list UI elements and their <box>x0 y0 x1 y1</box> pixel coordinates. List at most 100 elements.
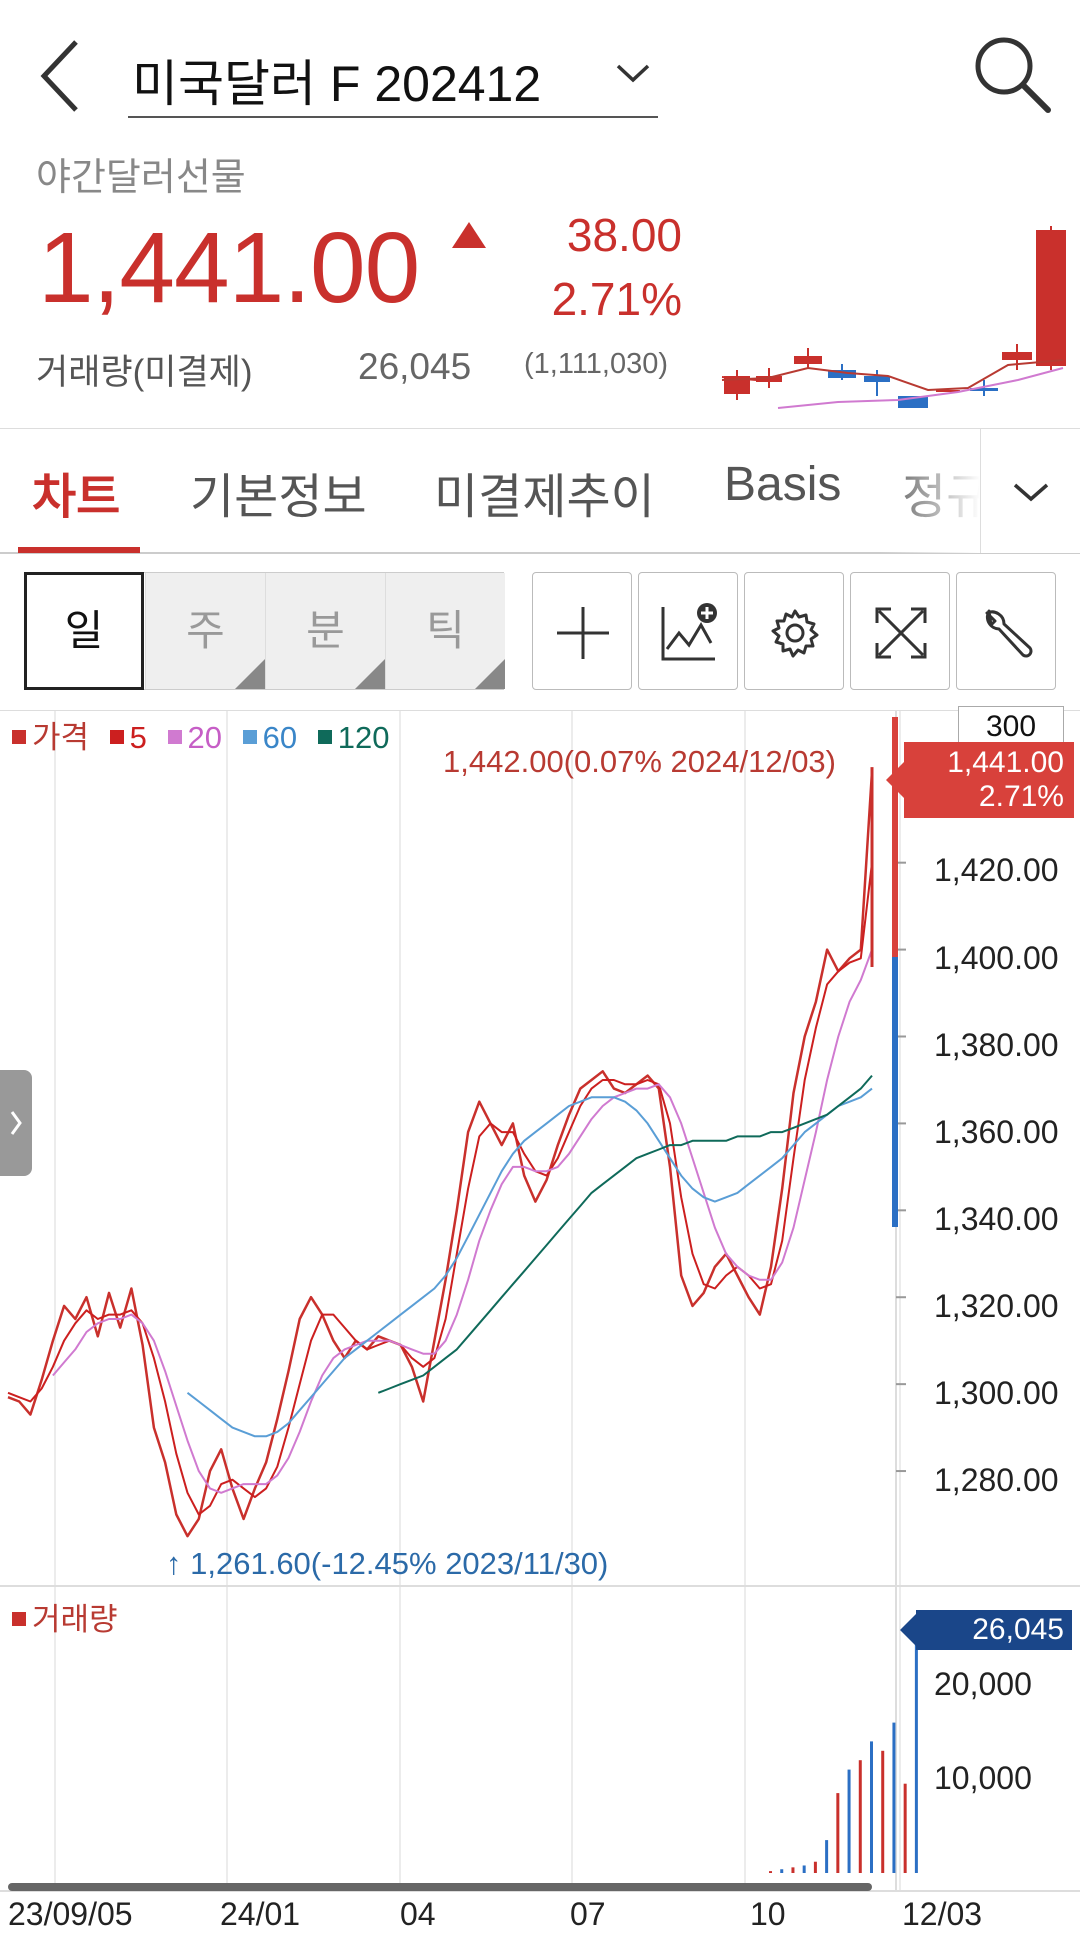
top-header: 미국달러 F 202412 <box>0 0 1080 150</box>
tools-button[interactable] <box>956 572 1056 690</box>
instrument-title: 미국달러 F 202412 <box>132 56 542 112</box>
y-tick-label: 1,320.00 <box>934 1288 1059 1324</box>
volume-bar <box>881 1750 885 1873</box>
range-bar-up <box>892 717 898 957</box>
submenu-corner-icon <box>355 659 385 689</box>
tab-chart[interactable]: 차트 <box>32 457 120 527</box>
legend-price: 가격 <box>12 720 95 755</box>
up-triangle-icon <box>452 222 486 248</box>
legend-ma20: 20 <box>167 720 228 755</box>
period-tick-button[interactable]: 틱 <box>385 573 505 689</box>
tab-open-interest-trend[interactable]: 미결제추이 <box>434 457 655 527</box>
search-button[interactable] <box>970 32 1056 118</box>
x-tick-label: 07 <box>570 1896 606 1932</box>
price-tag-value: 1,441.00 <box>947 746 1064 779</box>
back-button[interactable] <box>34 36 94 116</box>
x-tick-label: 23/09/05 <box>8 1896 133 1932</box>
volume-bar <box>802 1865 806 1873</box>
expand-icon <box>875 607 927 659</box>
open-interest-value: (1,111,030) <box>524 348 669 380</box>
volume-bar <box>825 1840 829 1873</box>
price-tag-percent: 2.71% <box>978 780 1064 813</box>
back-arrow-icon <box>40 40 78 112</box>
side-panel-handle[interactable] <box>0 1070 32 1176</box>
tab-more-button[interactable] <box>980 429 1080 553</box>
tab-fade <box>880 429 980 553</box>
active-tab-indicator <box>18 547 140 553</box>
submenu-corner-icon <box>475 659 505 689</box>
x-tick-label: 24/01 <box>220 1896 301 1932</box>
y-tick-label: 1,420.00 <box>934 852 1059 888</box>
volume-bar <box>836 1793 840 1873</box>
wrench-icon <box>985 609 1033 658</box>
x-tick-label: 12/03 <box>902 1896 983 1932</box>
price-chart-canvas[interactable] <box>0 711 1080 1941</box>
low-price-label: ↑ 1,261.60(-12.45% 2023/11/30) <box>166 1546 609 1581</box>
legend-ma5: 5 <box>109 720 153 755</box>
period-day-button[interactable]: 일 <box>24 572 144 690</box>
volume-bar <box>914 1628 918 1873</box>
chart-legend: 가격 5 20 60 120 <box>12 712 402 757</box>
crosshair-button[interactable] <box>532 572 632 690</box>
period-minute-label: 분 <box>306 607 345 654</box>
volume-legend: 거래량 <box>12 1594 118 1639</box>
mini-candle-chart[interactable] <box>718 220 1068 420</box>
volume-label: 거래량(미결제) <box>36 353 253 392</box>
chart-area[interactable] <box>0 710 1080 1940</box>
high-price-label: 1,442.00(0.07% 2024/12/03) <box>443 744 836 779</box>
add-indicator-icon <box>661 603 717 661</box>
volume-tick-label: 20,000 <box>934 1666 1032 1702</box>
y-tick-label: 1,380.00 <box>934 1027 1059 1063</box>
tab-bar: 차트 기본정보 미결제추이 Basis 정규 <box>0 428 1080 554</box>
range-bar-down <box>892 957 898 1227</box>
tab-basis[interactable]: Basis <box>724 457 841 512</box>
volume-bar <box>858 1760 862 1873</box>
volume-bar <box>791 1867 795 1873</box>
crosshair-icon <box>557 607 609 659</box>
y-tick-label: 1,360.00 <box>934 1114 1059 1150</box>
volume-bar <box>813 1861 817 1873</box>
low-price-text: 1,261.60(-12.45% 2023/11/30) <box>190 1546 609 1581</box>
search-icon <box>975 37 1051 113</box>
chevron-down-icon <box>1013 483 1049 502</box>
chevron-right-icon <box>10 1111 22 1135</box>
period-selector: 일 주 분 틱 <box>24 572 505 690</box>
series-line-가격 <box>7 771 874 1538</box>
y-tick-label: 1,400.00 <box>934 940 1059 976</box>
volume-tag: 26,045 <box>900 1610 1072 1650</box>
x-tick-label: 04 <box>400 1896 436 1932</box>
period-week-button[interactable]: 주 <box>145 573 265 689</box>
volume-bar <box>870 1741 873 1873</box>
current-price-tag: 1,441.00 2.71% <box>886 742 1074 818</box>
tab-basic-info[interactable]: 기본정보 <box>190 457 367 527</box>
volume-bar <box>892 1722 896 1873</box>
series-line-60 <box>186 1087 873 1438</box>
current-price: 1,441.00 <box>38 212 420 324</box>
y-tick-label: 1,280.00 <box>934 1462 1059 1498</box>
period-tick-label: 틱 <box>426 607 465 654</box>
market-name: 야간달러선물 <box>36 157 246 199</box>
legend-ma120: 120 <box>317 720 396 755</box>
legend-ma60: 60 <box>242 720 303 755</box>
instrument-selector[interactable]: 미국달러 F 202412 <box>128 38 658 118</box>
volume-bar <box>903 1783 907 1873</box>
chevron-down-icon <box>616 64 650 83</box>
period-minute-button[interactable]: 분 <box>265 573 385 689</box>
gear-icon <box>771 609 819 658</box>
add-indicator-button[interactable] <box>638 572 738 690</box>
horizontal-scrollbar <box>8 1883 872 1891</box>
period-week-label: 주 <box>186 607 225 654</box>
volume-value: 26,045 <box>358 346 472 387</box>
settings-button[interactable] <box>744 572 844 690</box>
y-tick-label: 1,300.00 <box>934 1375 1059 1411</box>
x-tick-label: 10 <box>750 1896 786 1932</box>
submenu-corner-icon <box>235 659 265 689</box>
price-change-percent: 2.71% <box>551 273 682 325</box>
volume-bar <box>780 1869 784 1873</box>
volume-bar <box>769 1871 773 1873</box>
y-tick-label: 1,340.00 <box>934 1201 1059 1237</box>
fullscreen-button[interactable] <box>850 572 950 690</box>
volume-tick-label: 10,000 <box>934 1760 1032 1796</box>
volume-bar <box>847 1769 851 1873</box>
price-change: 38.00 <box>566 209 682 261</box>
